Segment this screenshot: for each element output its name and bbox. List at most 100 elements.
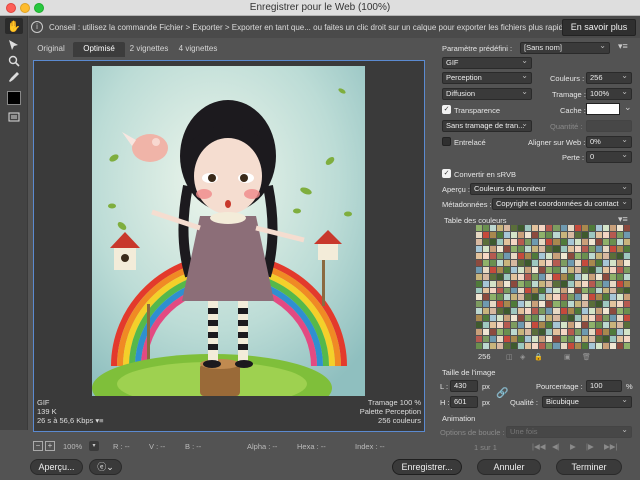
color-swatch[interactable] (539, 336, 546, 343)
color-swatch[interactable] (504, 273, 511, 280)
color-swatch[interactable] (588, 308, 595, 315)
color-swatch[interactable] (490, 252, 497, 259)
color-swatch[interactable] (504, 301, 511, 308)
color-swatch[interactable] (532, 287, 539, 294)
color-swatch[interactable] (616, 280, 623, 287)
color-swatch[interactable] (623, 308, 630, 315)
color-swatch[interactable] (588, 280, 595, 287)
color-swatch[interactable] (616, 287, 623, 294)
color-table-grid[interactable] (476, 225, 630, 349)
color-swatch[interactable] (490, 266, 497, 273)
color-swatch[interactable] (560, 308, 567, 315)
color-swatch[interactable] (602, 294, 609, 301)
color-swatch[interactable] (497, 266, 504, 273)
color-table-menu-icon[interactable]: ▾≡ (618, 214, 628, 225)
color-swatch[interactable] (539, 245, 546, 252)
color-swatch[interactable] (595, 252, 602, 259)
color-swatch[interactable] (497, 322, 504, 329)
color-swatch[interactable] (567, 231, 574, 238)
color-swatch[interactable] (567, 343, 574, 349)
color-swatch[interactable] (532, 273, 539, 280)
color-swatch[interactable] (532, 329, 539, 336)
color-swatch[interactable] (581, 252, 588, 259)
color-swatch[interactable] (539, 322, 546, 329)
lock-color-icon[interactable]: 🔒 (534, 353, 543, 361)
color-swatch[interactable] (595, 259, 602, 266)
color-swatch[interactable] (595, 322, 602, 329)
color-swatch[interactable] (616, 315, 623, 322)
color-swatch[interactable] (595, 273, 602, 280)
color-swatch[interactable] (574, 252, 581, 259)
color-swatch[interactable] (623, 329, 630, 336)
color-swatch[interactable] (602, 259, 609, 266)
color-swatch[interactable] (616, 322, 623, 329)
color-swatch[interactable] (483, 245, 490, 252)
color-swatch[interactable] (574, 287, 581, 294)
color-swatch[interactable] (574, 231, 581, 238)
color-swatch[interactable] (602, 308, 609, 315)
color-swatch[interactable] (588, 231, 595, 238)
matte-dropdown-icon[interactable]: ⌄ (624, 102, 632, 113)
color-swatch[interactable] (525, 315, 532, 322)
color-swatch[interactable] (511, 287, 518, 294)
color-swatch[interactable] (581, 322, 588, 329)
color-swatch[interactable] (476, 245, 483, 252)
color-swatch[interactable] (581, 245, 588, 252)
color-swatch[interactable] (595, 315, 602, 322)
color-swatch[interactable] (623, 287, 630, 294)
color-swatch[interactable] (483, 322, 490, 329)
color-swatch[interactable] (511, 273, 518, 280)
color-swatch[interactable] (609, 259, 616, 266)
color-swatch[interactable] (504, 238, 511, 245)
color-swatch[interactable] (497, 308, 504, 315)
color-swatch[interactable] (532, 301, 539, 308)
color-swatch[interactable] (553, 308, 560, 315)
color-swatch[interactable] (581, 259, 588, 266)
color-swatch[interactable] (588, 329, 595, 336)
color-swatch[interactable] (553, 252, 560, 259)
color-swatch[interactable] (546, 343, 553, 349)
color-swatch[interactable] (581, 280, 588, 287)
color-swatch[interactable] (553, 225, 560, 231)
color-swatch[interactable] (567, 315, 574, 322)
color-swatch[interactable] (574, 245, 581, 252)
color-swatch[interactable] (595, 280, 602, 287)
color-swatch[interactable] (511, 336, 518, 343)
color-swatch[interactable] (574, 266, 581, 273)
color-swatch[interactable] (483, 308, 490, 315)
color-swatch[interactable] (476, 225, 483, 231)
color-swatch[interactable] (490, 329, 497, 336)
download-speed-menu-icon[interactable]: ▾≡ (95, 416, 103, 425)
color-swatch[interactable] (539, 294, 546, 301)
color-swatch[interactable] (483, 266, 490, 273)
color-swatch[interactable] (546, 301, 553, 308)
color-swatch[interactable] (588, 259, 595, 266)
color-swatch[interactable] (588, 336, 595, 343)
color-swatch[interactable] (595, 245, 602, 252)
color-swatch[interactable] (560, 259, 567, 266)
color-swatch[interactable] (476, 238, 483, 245)
color-swatch[interactable] (595, 266, 602, 273)
color-swatch[interactable] (560, 280, 567, 287)
color-swatch[interactable] (518, 266, 525, 273)
color-swatch[interactable] (511, 238, 518, 245)
lossy-select[interactable]: 0 (586, 151, 632, 163)
constrain-link-icon[interactable]: 🔗 (496, 388, 508, 399)
color-swatch[interactable] (581, 287, 588, 294)
color-swatch[interactable] (504, 294, 511, 301)
color-swatch[interactable] (476, 294, 483, 301)
color-swatch[interactable] (602, 231, 609, 238)
color-swatch[interactable] (553, 245, 560, 252)
color-swatch[interactable] (518, 308, 525, 315)
color-swatch[interactable] (525, 336, 532, 343)
color-swatch[interactable] (511, 245, 518, 252)
color-swatch[interactable] (560, 343, 567, 349)
color-swatch[interactable] (490, 280, 497, 287)
color-swatch[interactable] (581, 329, 588, 336)
color-swatch[interactable] (518, 259, 525, 266)
color-swatch[interactable] (532, 252, 539, 259)
color-swatch[interactable] (525, 259, 532, 266)
color-swatch[interactable] (581, 225, 588, 231)
color-swatch[interactable] (560, 336, 567, 343)
format-select[interactable]: GIF (442, 57, 532, 69)
